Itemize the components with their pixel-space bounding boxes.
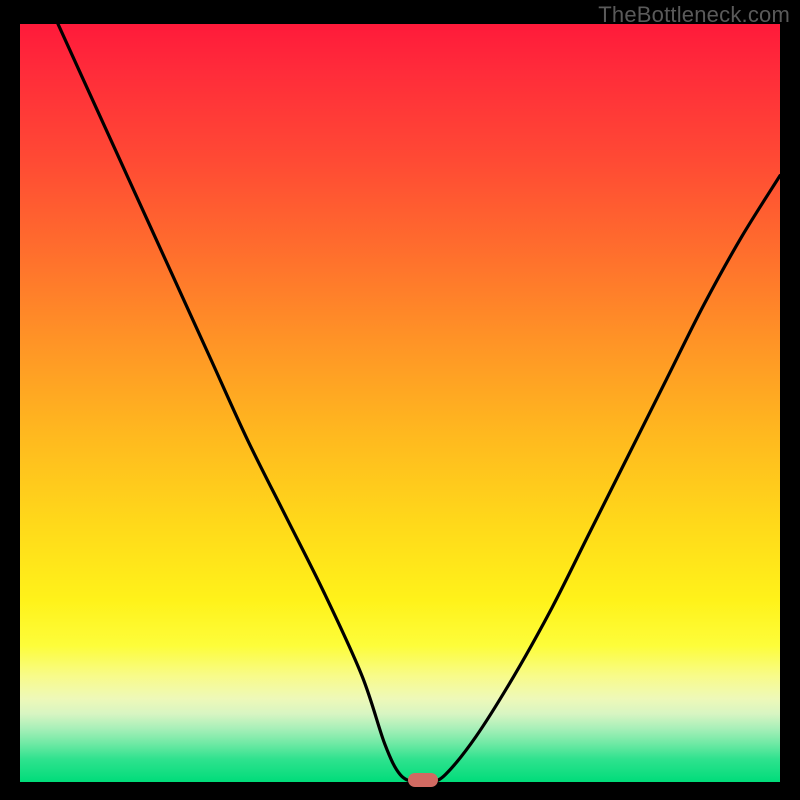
curve-path [58,24,780,782]
watermark-text: TheBottleneck.com [598,2,790,28]
chart-frame: TheBottleneck.com [0,0,800,800]
plot-area [20,24,780,782]
optimal-marker [408,773,438,787]
bottleneck-curve [20,24,780,782]
